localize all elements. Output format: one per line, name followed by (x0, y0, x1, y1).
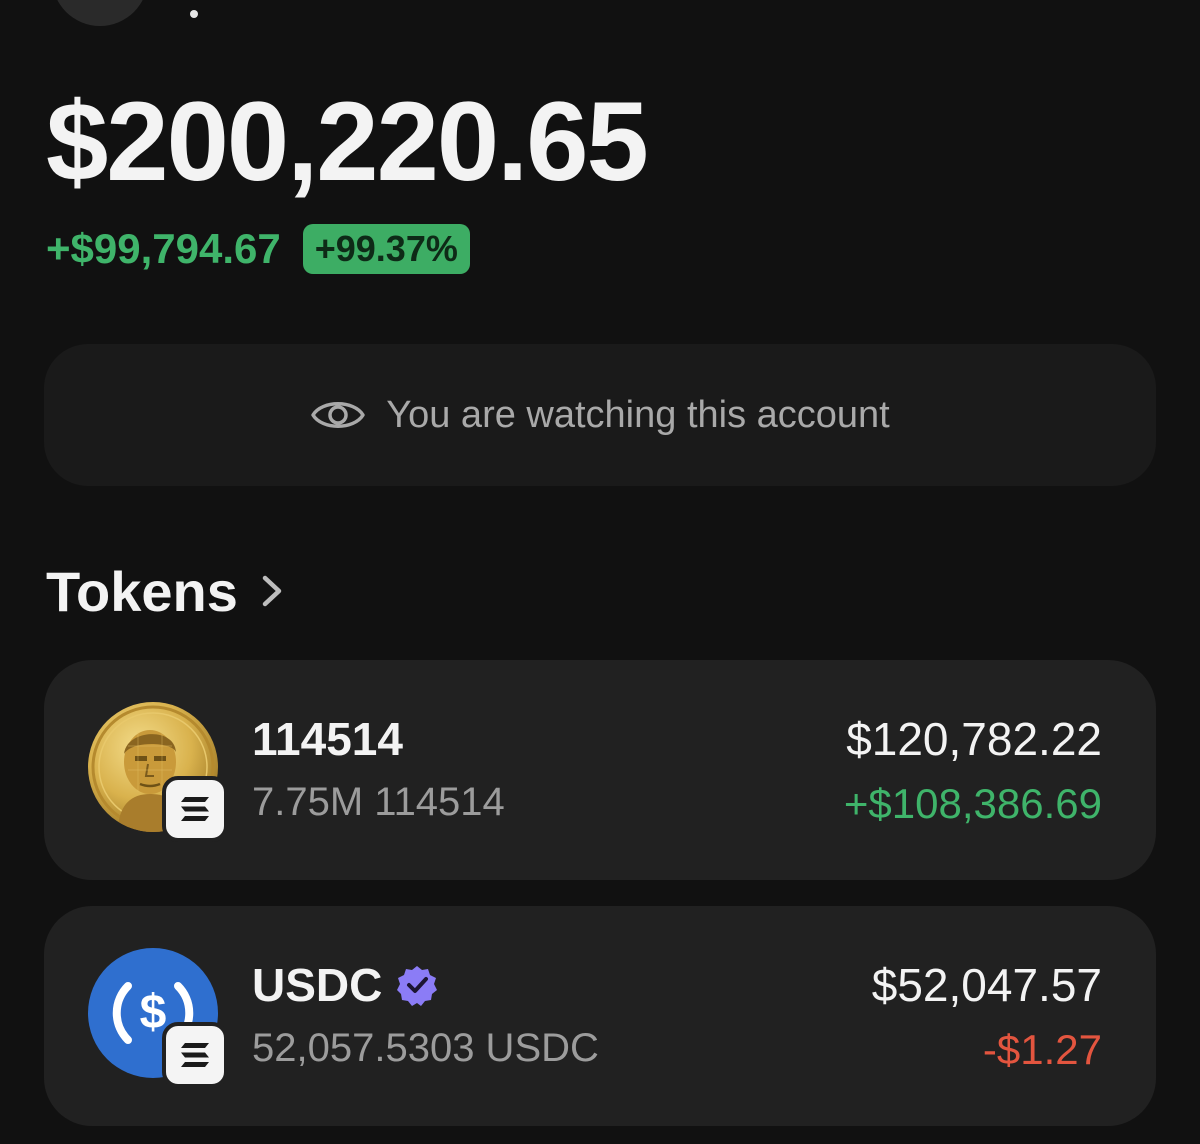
token-change: +$108,386.69 (843, 780, 1102, 827)
token-name: 114514 (252, 712, 403, 766)
token-row-114514[interactable]: 114514 7.75M 114514 $120,782.22 +$108,38… (44, 660, 1156, 880)
tokens-section-header[interactable]: Tokens (46, 556, 284, 626)
wallet-screen: $200,220.65 +$99,794.67 +99.37% You are … (0, 0, 1200, 1144)
watching-account-banner: You are watching this account (44, 344, 1156, 486)
verified-badge-icon (397, 966, 438, 1006)
watching-account-text: You are watching this account (386, 393, 890, 436)
token-value: $120,782.22 (846, 713, 1102, 765)
portfolio-change-percent-badge: +99.37% (302, 224, 470, 274)
portfolio-change-row: +$99,794.67 +99.37% (46, 222, 470, 276)
chevron-right-icon (262, 575, 282, 607)
token-value: $52,047.57 (871, 959, 1102, 1011)
portfolio-change-amount: +$99,794.67 (46, 225, 281, 272)
solana-badge-icon (162, 776, 228, 842)
token-name-text: USDC (252, 959, 383, 1011)
token-change: -$1.27 (982, 1026, 1102, 1073)
tokens-section-title: Tokens (46, 559, 238, 623)
token-row-usdc[interactable]: $ USDC 52,057.5303 USDC $52,047.57 -$1.2… (44, 906, 1156, 1126)
token-quantity: 7.75M 114514 (252, 780, 505, 824)
token-name: USDC (252, 958, 438, 1012)
eye-icon (311, 402, 365, 428)
solana-badge-icon (162, 1022, 228, 1088)
account-avatar[interactable] (52, 0, 148, 26)
status-dot (190, 10, 198, 18)
token-quantity: 52,057.5303 USDC (252, 1026, 599, 1070)
token-name-text: 114514 (252, 713, 403, 765)
portfolio-balance: $200,220.65 (46, 79, 649, 204)
